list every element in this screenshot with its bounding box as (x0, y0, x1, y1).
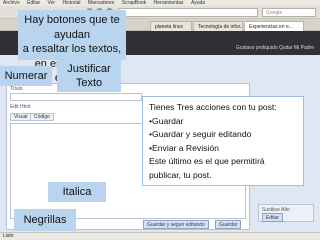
save-continue-button[interactable]: Guardar y seguir editando (143, 220, 209, 229)
justificar-line-2: Texto (75, 77, 103, 89)
title-field-label: Título (10, 86, 23, 92)
actions-callout: Tienes Tres acciones con tu post: •Guard… (142, 96, 304, 186)
edit-html-label[interactable]: Edit Html (10, 104, 30, 110)
browser-status-bar: Listo (0, 232, 320, 240)
actions-title: Tienes Tres acciones con tu post: (149, 102, 277, 112)
justificar-callout: Justificar Texto (57, 60, 121, 92)
visual-mode-button[interactable]: Visual (10, 113, 32, 121)
action-item-guardar: •Guardar (149, 115, 184, 126)
intro-callout: Hay botones que te ayudan a resaltar los… (18, 10, 126, 84)
search-box[interactable]: Google (262, 8, 316, 17)
address-bar[interactable] (118, 8, 258, 17)
action-item-guardar-seguir: •Guardar y seguir editando (149, 129, 252, 140)
side-options-box: Sustitue Alto Editar (258, 204, 314, 222)
negrillas-callout: Negrillas (14, 209, 76, 231)
tab-experiencias[interactable]: Experiencias en e... (244, 21, 304, 31)
action-item-enviar-revision: •Enviar a Revisión (149, 142, 219, 153)
title-input[interactable] (10, 93, 142, 101)
numerar-callout: Numerar (0, 66, 52, 86)
side-box-edit-button[interactable]: Editar (262, 213, 284, 222)
intro-line-1: Hay botones que te ayudan (24, 14, 120, 41)
intro-line-2: a resaltar los textos, (22, 43, 122, 55)
blog-header-links[interactable]: Gustavo proliquido Quitar Mi Padre (236, 45, 314, 51)
actions-note-line-1: Este último es el que permitirá (149, 156, 265, 167)
code-mode-button[interactable]: Código (30, 113, 54, 121)
justificar-line-1: Justificar (67, 63, 111, 75)
tab-planeta-linux[interactable]: planeta linux (150, 21, 192, 31)
actions-note-line-2: publicar, tu post. (149, 169, 212, 180)
publish-button[interactable]: Guardar (215, 220, 242, 229)
italica-callout: Italica (48, 182, 106, 202)
tab-tecnologia[interactable]: Tecnología de infor... (193, 21, 243, 31)
